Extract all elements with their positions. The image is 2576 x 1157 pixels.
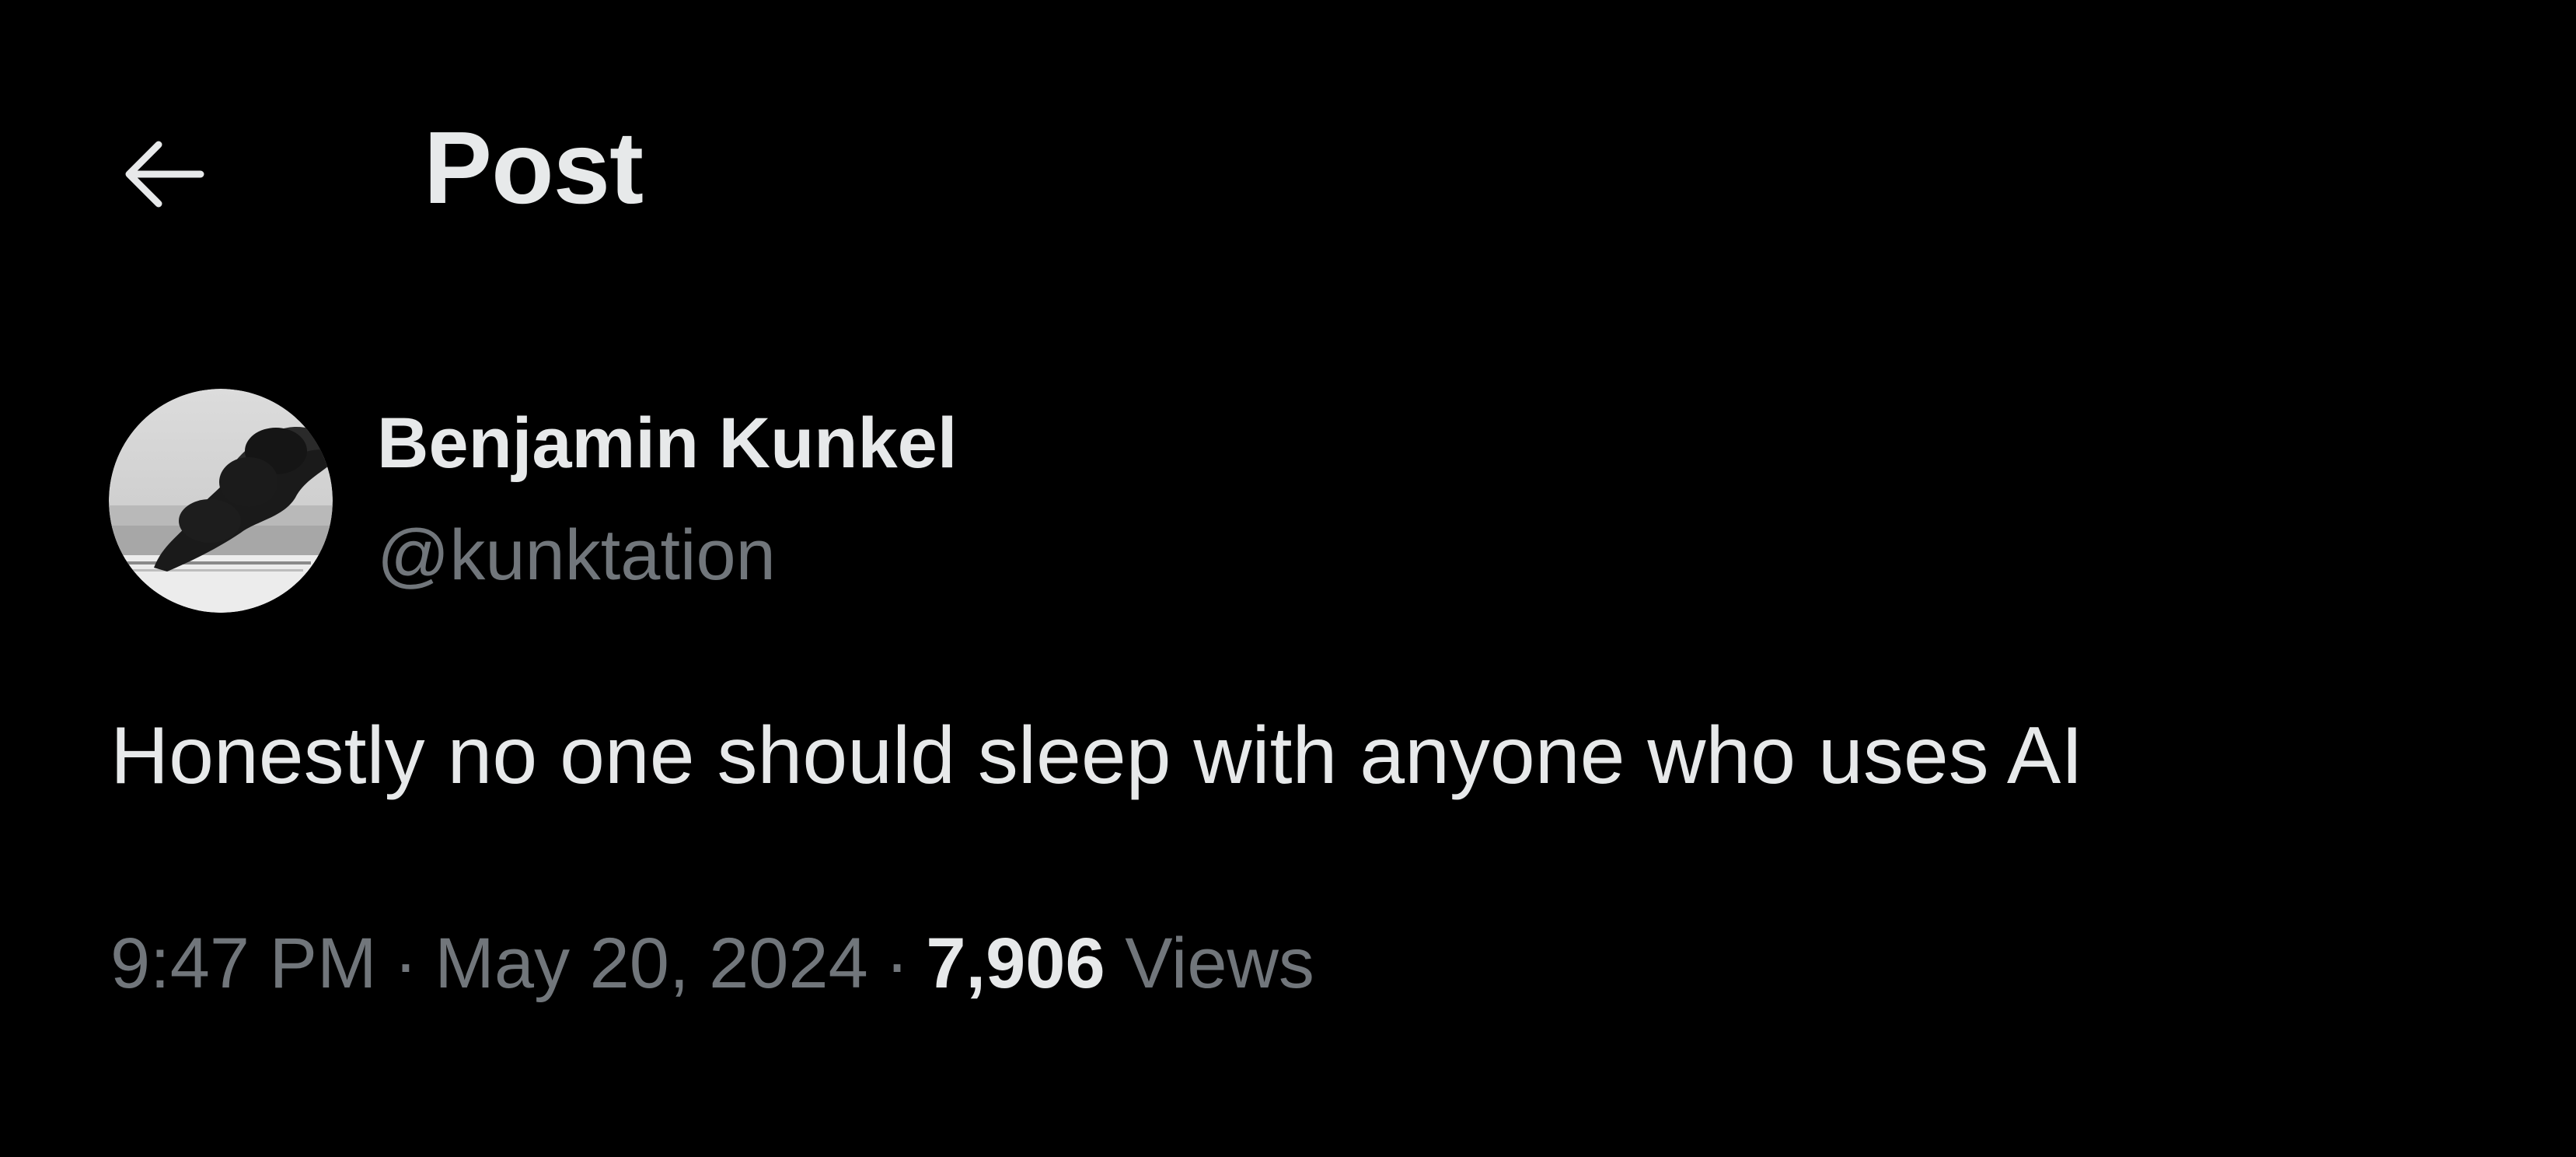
- post-meta: 9:47 PM · May 20, 2024 · 7,906 Views: [110, 928, 1314, 999]
- views-count[interactable]: 7,906: [926, 924, 1105, 1003]
- post-time[interactable]: 9:47 PM: [110, 924, 377, 1003]
- avatar-smoke-image: [109, 389, 333, 613]
- meta-separator: ·: [885, 924, 909, 1003]
- avatar[interactable]: [109, 389, 333, 613]
- post-text: Honestly no one should sleep with anyone…: [110, 711, 2084, 801]
- arrow-left-icon: [125, 141, 204, 208]
- page-title: Post: [424, 110, 644, 225]
- back-button[interactable]: [109, 124, 218, 224]
- top-bar: Post: [0, 0, 2576, 257]
- views-label: Views: [1125, 924, 1314, 1003]
- author-handle[interactable]: @kunktation: [377, 519, 776, 591]
- author-display-name[interactable]: Benjamin Kunkel: [377, 407, 957, 479]
- post-date[interactable]: May 20, 2024: [435, 924, 867, 1003]
- meta-separator: ·: [393, 924, 418, 1003]
- post-author: Benjamin Kunkel @kunktation: [109, 389, 2441, 614]
